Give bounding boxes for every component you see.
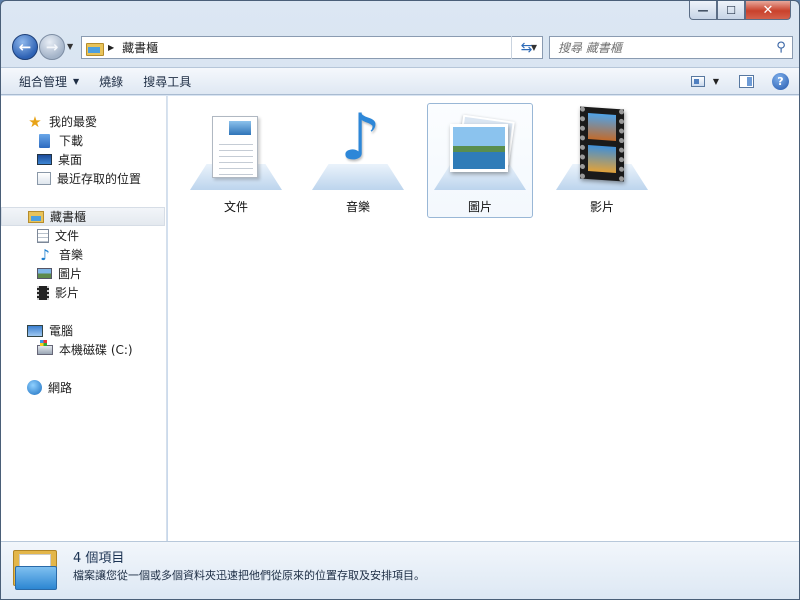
computer-icon xyxy=(27,324,43,337)
change-view-icon[interactable] xyxy=(690,75,705,87)
hard-drive-icon xyxy=(37,339,53,355)
details-pane: 4 個項目 檔案讓您從一個或多個資料夾迅速把他們從原來的位置存取及安排項目。 xyxy=(1,541,799,599)
sidebar-item-label: 藏書櫃 xyxy=(50,210,87,224)
sidebar-item-desktop[interactable]: 桌面 xyxy=(1,150,166,169)
network-globe-icon xyxy=(27,380,42,395)
maximize-button[interactable]: ☐ xyxy=(717,1,745,20)
help-icon[interactable]: ? xyxy=(772,72,789,90)
refresh-button[interactable]: ⇆ xyxy=(511,36,541,59)
sidebar-item-favorites[interactable]: ★ 我的最愛 xyxy=(1,112,166,131)
sidebar-item-label: 電腦 xyxy=(49,324,74,338)
library-description: 檔案讓您從一個或多個資料夾迅速把他們從原來的位置存取及安排項目。 xyxy=(73,569,425,582)
star-icon: ★ xyxy=(28,112,42,131)
library-folder-icon xyxy=(13,548,59,592)
organize-label: 組合管理 xyxy=(19,74,68,89)
back-button[interactable]: ← xyxy=(12,34,38,60)
downloads-folder-icon xyxy=(39,133,50,148)
sidebar-item-recent[interactable]: 最近存取的位置 xyxy=(1,169,166,188)
command-bar: 組合管理 ▼ 燒錄 搜尋工具 ▼ ? xyxy=(1,67,799,95)
minimize-button[interactable]: — xyxy=(689,1,717,20)
burn-button[interactable]: 燒錄 xyxy=(89,68,133,94)
search-box[interactable]: ⚲ xyxy=(549,36,793,59)
forward-button[interactable]: → xyxy=(39,34,65,60)
sidebar-item-label: 我的最愛 xyxy=(49,115,98,129)
library-folder-icon xyxy=(28,210,44,223)
chevron-down-icon: ▼ xyxy=(73,76,80,86)
sidebar-item-label: 最近存取的位置 xyxy=(57,172,142,186)
library-tile-documents[interactable]: 文件 xyxy=(183,103,289,218)
library-tile-pictures[interactable]: 圖片 xyxy=(427,103,533,218)
preview-pane-icon[interactable] xyxy=(739,74,754,88)
sidebar-item-label: 圖片 xyxy=(58,267,83,281)
sidebar-item-label: 音樂 xyxy=(59,248,84,262)
organize-menu[interactable]: 組合管理 ▼ xyxy=(9,68,89,94)
sidebar-item-label: 桌面 xyxy=(58,153,83,167)
sidebar-item-music[interactable]: ♪ 音樂 xyxy=(1,245,166,264)
breadcrumb-library[interactable]: 藏書櫃 xyxy=(122,39,526,56)
pictures-icon xyxy=(37,268,52,279)
tile-label: 圖片 xyxy=(467,200,492,214)
caption-buttons: — ☐ ✕ xyxy=(689,1,791,21)
sidebar-item-videos[interactable]: 影片 xyxy=(1,283,166,302)
search-tools-button[interactable]: 搜尋工具 xyxy=(133,68,201,94)
address-bar[interactable]: ▶ 藏書櫃 ▼ xyxy=(81,36,543,59)
film-strip-icon xyxy=(37,285,49,300)
sidebar-item-label: 文件 xyxy=(55,229,80,243)
sidebar-item-network[interactable]: 網路 xyxy=(1,378,166,397)
library-content-area: 文件 ♪ 音樂 圖片 影片 xyxy=(168,96,799,541)
sidebar-item-documents[interactable]: 文件 xyxy=(1,226,166,245)
navigation-pane: ★ 我的最愛 下載 桌面 最近存取的位置 藏書櫃 文件 ♪ 音樂 圖片 影片 電… xyxy=(1,96,167,541)
breadcrumb-chevron-icon[interactable]: ▶ xyxy=(108,43,114,52)
documents-icon xyxy=(37,228,49,243)
search-icon[interactable]: ⚲ xyxy=(770,40,792,55)
sidebar-item-label: 網路 xyxy=(48,381,73,395)
navigation-bar: ← → ▼ ▶ 藏書櫃 ▼ ⇆ ⚲ xyxy=(9,31,793,61)
sidebar-item-downloads[interactable]: 下載 xyxy=(1,131,166,150)
item-count: 4 個項目 xyxy=(73,551,125,566)
sidebar-item-local-disk[interactable]: 本機磁碟 (C:) xyxy=(1,339,166,359)
explorer-window: — ☐ ✕ ← → ▼ ▶ 藏書櫃 ▼ ⇆ ⚲ 組合管理 ▼ 燒錄 搜尋工具 ▼ xyxy=(0,0,800,600)
recent-pages-dropdown[interactable]: ▼ xyxy=(67,42,73,51)
sidebar-item-libraries[interactable]: 藏書櫃 xyxy=(1,207,165,226)
library-tile-music[interactable]: ♪ 音樂 xyxy=(305,103,411,218)
sidebar-item-label: 下載 xyxy=(59,134,84,148)
tile-label: 影片 xyxy=(589,200,614,214)
close-button[interactable]: ✕ xyxy=(745,1,791,20)
videos-library-icon xyxy=(552,104,652,196)
view-options-dropdown-icon[interactable]: ▼ xyxy=(713,77,719,86)
recent-places-icon xyxy=(37,172,51,185)
sidebar-item-label: 本機磁碟 (C:) xyxy=(59,343,133,357)
desktop-icon xyxy=(37,154,52,165)
tile-label: 音樂 xyxy=(345,200,370,214)
music-library-icon: ♪ xyxy=(308,104,408,196)
tile-label: 文件 xyxy=(223,200,248,214)
sidebar-item-pictures[interactable]: 圖片 xyxy=(1,264,166,283)
library-tile-videos[interactable]: 影片 xyxy=(549,103,655,218)
sidebar-item-label: 影片 xyxy=(55,286,80,300)
sidebar-item-computer[interactable]: 電腦 xyxy=(1,321,166,340)
search-input[interactable] xyxy=(558,40,770,55)
library-folder-icon xyxy=(86,41,104,56)
pictures-library-icon xyxy=(430,104,530,196)
documents-library-icon xyxy=(186,104,286,196)
view-controls: ▼ ? xyxy=(690,68,789,94)
music-note-icon: ♪ xyxy=(40,245,50,264)
